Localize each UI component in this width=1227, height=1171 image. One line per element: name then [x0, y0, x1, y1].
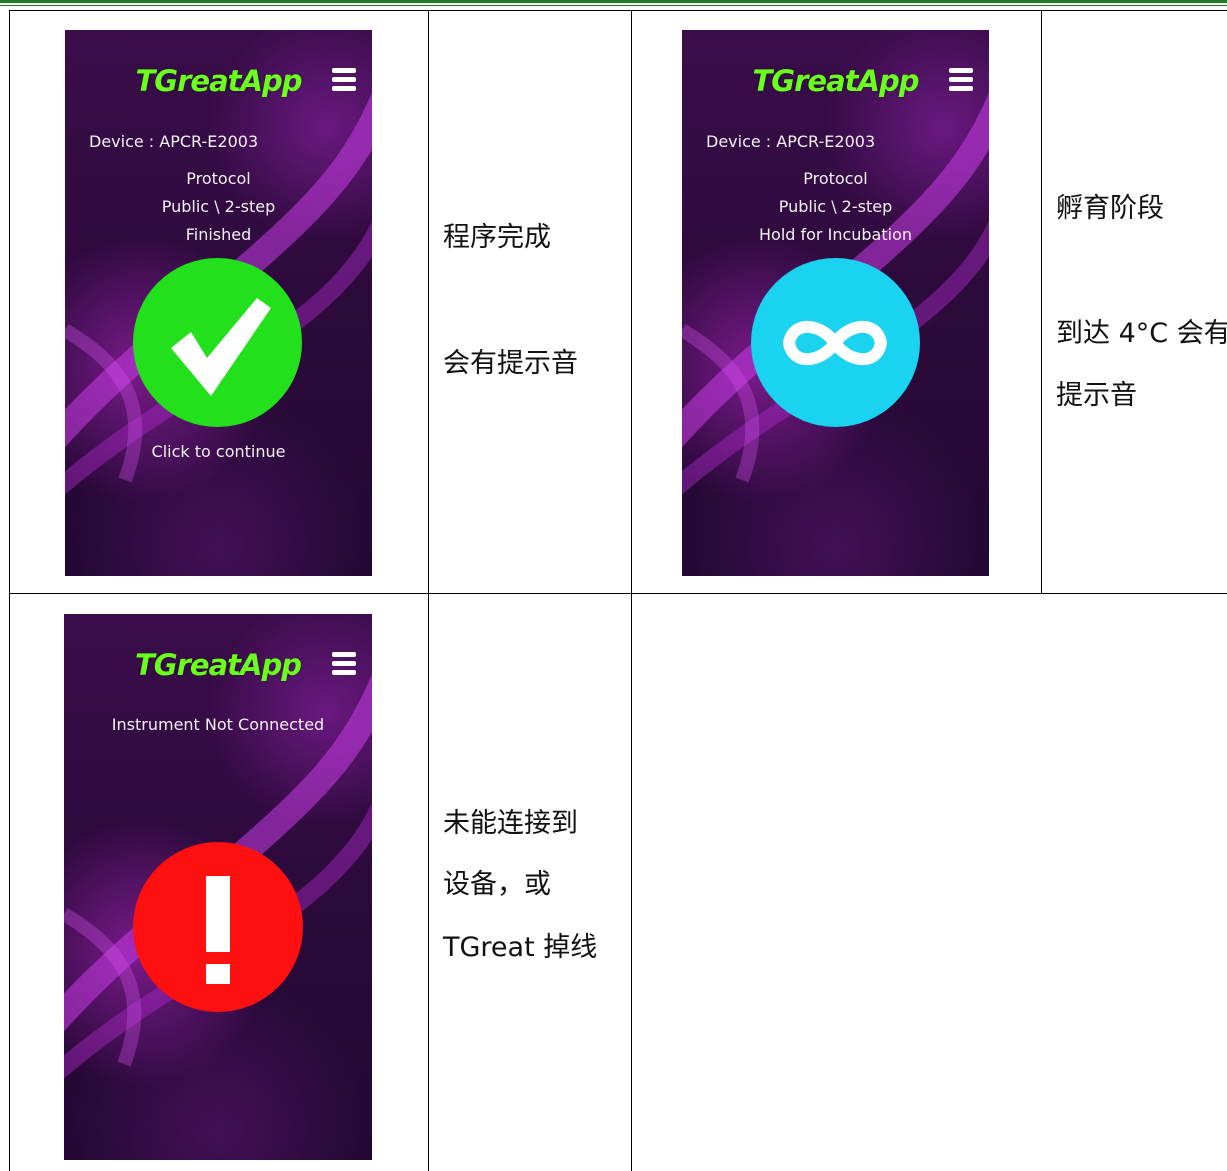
hamburger-menu-icon[interactable]: [332, 68, 356, 91]
table-border-left: [9, 10, 10, 1171]
error-status-button[interactable]: [133, 842, 303, 1012]
incubation-description-line1: 孵育阶段: [1056, 193, 1164, 224]
status-text: Finished: [185, 225, 252, 244]
app-title: TGreatApp: [135, 648, 302, 682]
hamburger-menu-icon[interactable]: [949, 68, 973, 91]
exclamation-icon: [206, 876, 230, 984]
incubation-description-line2: 到达 4°C 会有: [1056, 318, 1227, 349]
device-label: Device : APCR-E2003: [706, 132, 876, 151]
connection-status-text: Instrument Not Connected: [111, 715, 325, 734]
finished-description-line1: 程序完成: [443, 222, 551, 253]
finished-screenshot: TGreatApp Device : APCR-E2003 Protocol P…: [65, 30, 372, 576]
error-description-line1: 未能连接到: [443, 808, 578, 839]
infinity-icon: [783, 320, 887, 366]
device-label: Device : APCR-E2003: [89, 132, 259, 151]
continue-prompt[interactable]: Click to continue: [65, 442, 372, 461]
finished-description-line2: 会有提示音: [443, 348, 578, 379]
error-description-line2: 设备，或: [443, 869, 551, 900]
app-title: TGreatApp: [135, 64, 303, 98]
error-description-line3: TGreat 掉线: [443, 932, 598, 963]
status-text: Hold for Incubation: [759, 225, 912, 244]
table-col-divider-2: [631, 10, 632, 1171]
checkmark-icon: [171, 298, 271, 396]
incubation-status-button[interactable]: [751, 258, 920, 427]
table-col-divider-1: [428, 10, 429, 1171]
protocol-name: Public \ 2-step: [161, 197, 276, 216]
table-row-divider: [9, 593, 1227, 594]
finished-status-button[interactable]: [133, 258, 302, 427]
header-rule: [0, 0, 1227, 7]
incubation-description-line3: 提示音: [1056, 380, 1137, 411]
app-title: TGreatApp: [752, 64, 920, 98]
not-connected-screenshot: TGreatApp Instrument Not Connected: [64, 614, 372, 1160]
table-border-top: [9, 10, 1227, 11]
protocol-label: Protocol: [186, 169, 251, 188]
hamburger-menu-icon[interactable]: [332, 652, 356, 675]
protocol-label: Protocol: [803, 169, 868, 188]
incubation-screenshot: TGreatApp Device : APCR-E2003 Protocol P…: [682, 30, 989, 576]
protocol-name: Public \ 2-step: [778, 197, 893, 216]
table-col-divider-3: [1041, 10, 1042, 594]
